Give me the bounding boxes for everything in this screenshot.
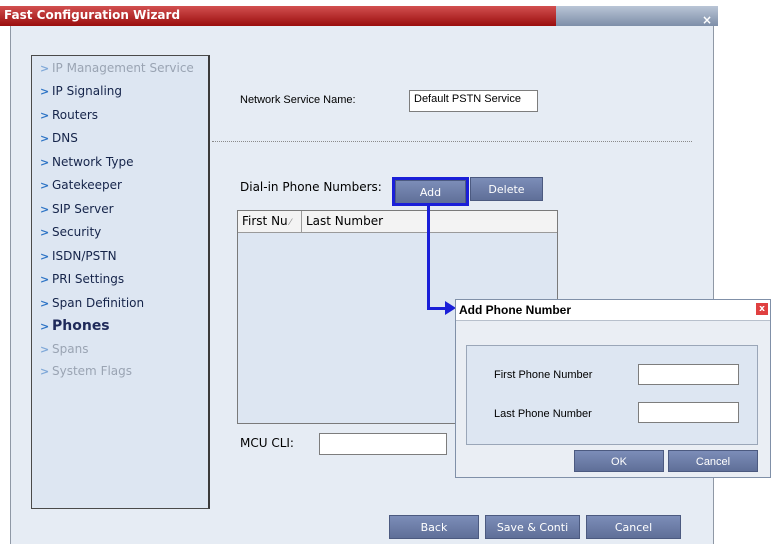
save-and-continue-button[interactable]: Save & Conti <box>485 515 580 539</box>
sort-icon: ⁄ <box>289 218 292 228</box>
sidebar-item-ip-management-service[interactable]: > IP Management Service <box>40 61 194 75</box>
chevron-right-icon: > <box>40 203 50 216</box>
callout-line-horizontal <box>427 307 447 310</box>
callout-line <box>427 206 430 310</box>
chevron-right-icon: > <box>40 156 50 169</box>
ok-button[interactable]: OK <box>574 450 664 472</box>
section-divider <box>212 141 692 142</box>
chevron-right-icon: > <box>40 273 50 286</box>
sidebar-item-system-flags[interactable]: > System Flags <box>40 364 132 378</box>
sidebar-item-gatekeeper[interactable]: > Gatekeeper <box>40 178 122 192</box>
first-phone-number-field[interactable] <box>638 364 739 385</box>
sidebar-item-isdn-pstn[interactable]: > ISDN/PSTN <box>40 249 117 263</box>
close-icon[interactable]: x <box>756 303 768 315</box>
add-button-highlight <box>392 177 469 206</box>
network-service-name-label: Network Service Name: <box>240 94 356 106</box>
network-service-name-field[interactable]: Default PSTN Service <box>409 90 538 112</box>
dialog-title: Add Phone Number <box>459 303 572 317</box>
chevron-right-icon: > <box>40 85 50 98</box>
first-phone-number-label: First Phone Number <box>494 369 593 381</box>
sidebar-item-span-definition[interactable]: > Span Definition <box>40 296 144 310</box>
sidebar-item-routers[interactable]: > Routers <box>40 108 98 122</box>
dialog-cancel-button[interactable]: Cancel <box>668 450 758 472</box>
chevron-right-icon: > <box>40 109 50 122</box>
sidebar-item-sip-server[interactable]: > SIP Server <box>40 202 114 216</box>
window-title: Fast Configuration Wizard <box>4 8 181 22</box>
chevron-right-icon: > <box>40 62 50 75</box>
add-phone-number-dialog: Add Phone Number x First Phone Number La… <box>455 299 771 478</box>
close-icon[interactable]: × <box>702 13 712 27</box>
sidebar-item-network-type[interactable]: > Network Type <box>40 155 133 169</box>
dialog-title-bar: Add Phone Number x <box>456 300 770 321</box>
chevron-right-icon: > <box>40 297 50 310</box>
sidebar-item-security[interactable]: > Security <box>40 225 101 239</box>
sidebar-item-dns[interactable]: > DNS <box>40 131 78 145</box>
column-header-first-number[interactable]: First Nu ⁄ <box>238 211 302 232</box>
chevron-right-icon: > <box>40 250 50 263</box>
wizard-sidebar: > IP Management Service > IP Signaling > Ro… <box>31 55 210 509</box>
sidebar-item-ip-signaling[interactable]: > IP Signaling <box>40 84 122 98</box>
dial-in-phone-numbers-label: Dial-in Phone Numbers: <box>240 180 382 194</box>
sidebar-item-pri-settings[interactable]: > PRI Settings <box>40 272 124 286</box>
cancel-button[interactable]: Cancel <box>586 515 681 539</box>
title-bar: × Fast Configuration Wizard <box>0 0 718 27</box>
sidebar-item-phones[interactable]: > Phones <box>40 318 110 334</box>
chevron-right-icon: > <box>40 179 50 192</box>
mcu-cli-label: MCU CLI: <box>240 436 294 450</box>
table-header: First Nu ⁄ Last Number <box>238 211 557 233</box>
dialog-form-panel: First Phone Number Last Phone Number <box>466 345 758 445</box>
last-phone-number-field[interactable] <box>638 402 739 423</box>
chevron-right-icon: > <box>40 343 50 356</box>
last-phone-number-label: Last Phone Number <box>494 408 592 420</box>
sidebar-item-spans[interactable]: > Spans <box>40 342 88 356</box>
title-bar-tail: × <box>556 6 718 27</box>
chevron-right-icon: > <box>40 132 50 145</box>
mcu-cli-field[interactable] <box>319 433 447 455</box>
chevron-right-icon: > <box>40 320 50 333</box>
chevron-right-icon: > <box>40 226 50 239</box>
back-button[interactable]: Back <box>389 515 479 539</box>
chevron-right-icon: > <box>40 365 50 378</box>
delete-button[interactable]: Delete <box>470 177 543 201</box>
